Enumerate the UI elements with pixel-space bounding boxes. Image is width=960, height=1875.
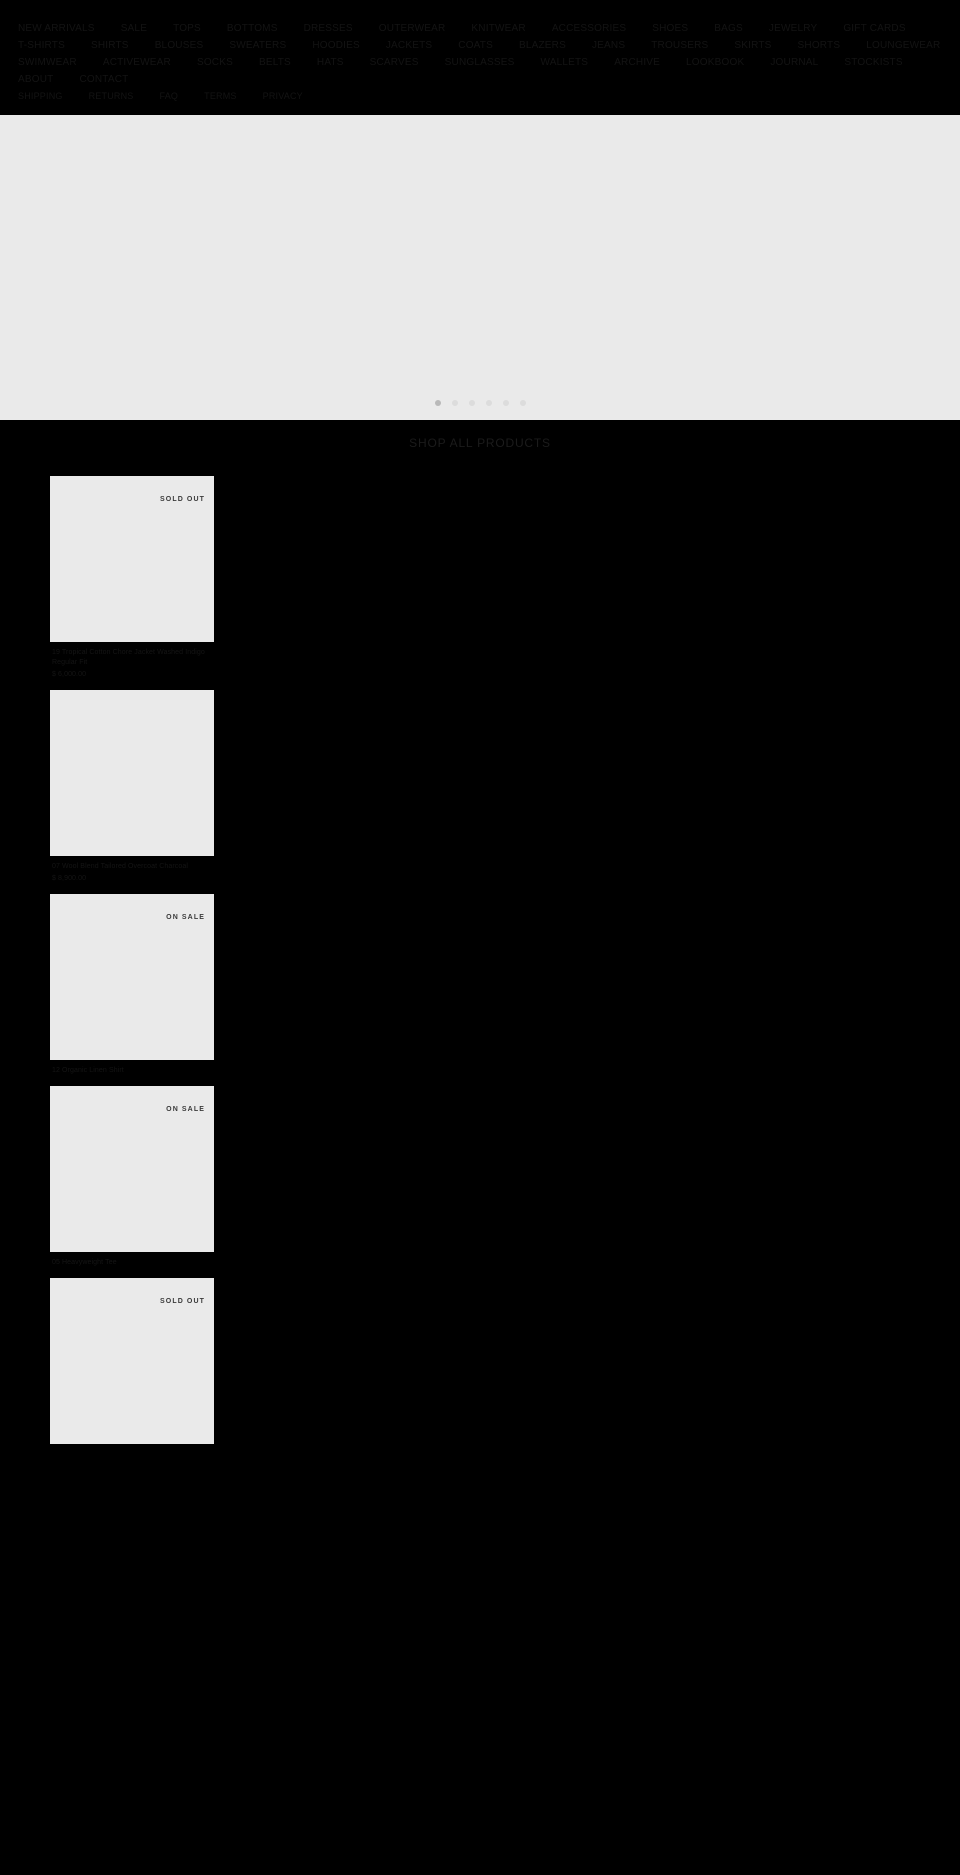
nav-link[interactable]: BLOUSES xyxy=(155,37,204,54)
nav-link[interactable]: SWIMWEAR xyxy=(18,54,77,71)
hero-slide-image xyxy=(0,115,960,420)
carousel-dot[interactable] xyxy=(502,400,509,406)
nav-link[interactable]: KNITWEAR xyxy=(471,20,525,37)
nav-link[interactable]: HATS xyxy=(317,54,344,71)
nav-row: NEW ARRIVALS SALE TOPS BOTTOMS DRESSES O… xyxy=(18,20,942,37)
carousel-pagination xyxy=(0,400,960,406)
status-badge: SOLD OUT xyxy=(160,496,205,503)
product-card[interactable]: SOLD OUT xyxy=(50,1278,214,1450)
nav-link[interactable]: STOCKISTS xyxy=(844,54,902,71)
page-title: SHOP ALL PRODUCTS xyxy=(409,436,551,450)
carousel-dot[interactable] xyxy=(451,400,458,406)
nav-link[interactable]: WALLETS xyxy=(540,54,588,71)
nav-link[interactable]: BELTS xyxy=(259,54,291,71)
product-image-link[interactable]: SOLD OUT xyxy=(50,476,214,642)
product-title[interactable]: 12 Organic Linen Shirt xyxy=(52,1066,214,1076)
product-image-link[interactable]: ON SALE xyxy=(50,1086,214,1252)
section-heading-container: SHOP ALL PRODUCTS xyxy=(0,420,960,464)
nav-link[interactable]: JEANS xyxy=(592,37,625,54)
carousel-dot[interactable] xyxy=(468,400,475,406)
product-info: 05 Heavyweight Tee xyxy=(50,1252,214,1268)
product-info: 19 Tropical Cotton Chore Jacket Washed I… xyxy=(50,642,214,680)
nav-link[interactable]: BOTTOMS xyxy=(227,20,278,37)
product-card[interactable]: 07 Wool Blend Tailored Overcoat Charcoal… xyxy=(50,690,214,884)
product-image-link[interactable]: ON SALE xyxy=(50,894,214,1060)
nav-row: SWIMWEAR ACTIVEWEAR SOCKS BELTS HATS SCA… xyxy=(18,54,942,88)
hero-carousel[interactable] xyxy=(0,115,960,420)
product-image-link[interactable]: SOLD OUT xyxy=(50,1278,214,1444)
nav-link[interactable]: LOUNGEWEAR xyxy=(866,37,940,54)
status-badge: ON SALE xyxy=(166,1106,205,1113)
nav-link[interactable]: JEWELRY xyxy=(769,20,817,37)
nav-link[interactable]: BAGS xyxy=(714,20,743,37)
product-price: $ 8,900.00 xyxy=(52,875,87,882)
nav-link[interactable]: SALE xyxy=(121,20,147,37)
nav-link[interactable]: CONTACT xyxy=(79,71,128,88)
nav-link[interactable]: FAQ xyxy=(160,88,179,105)
product-card[interactable]: ON SALE 05 Heavyweight Tee xyxy=(50,1086,214,1268)
carousel-dot[interactable] xyxy=(519,400,526,406)
nav-row: SHIPPING RETURNS FAQ TERMS PRIVACY xyxy=(18,88,942,105)
nav-link[interactable]: DRESSES xyxy=(304,20,353,37)
nav-link[interactable]: COATS xyxy=(458,37,493,54)
nav-link[interactable]: ABOUT xyxy=(18,71,53,88)
nav-link[interactable]: SHOES xyxy=(652,20,688,37)
product-info: 12 Organic Linen Shirt xyxy=(50,1060,214,1076)
product-info xyxy=(50,1444,214,1450)
product-info: 07 Wool Blend Tailored Overcoat Charcoal… xyxy=(50,856,214,884)
product-card[interactable]: ON SALE 12 Organic Linen Shirt xyxy=(50,894,214,1076)
nav-link[interactable]: ACTIVEWEAR xyxy=(103,54,171,71)
nav-link[interactable]: NEW ARRIVALS xyxy=(18,20,95,37)
nav-link[interactable]: HOODIES xyxy=(312,37,360,54)
product-title[interactable]: 07 Wool Blend Tailored Overcoat Charcoal xyxy=(52,862,214,872)
nav-link[interactable]: OUTERWEAR xyxy=(379,20,446,37)
nav-link[interactable]: TOPS xyxy=(173,20,201,37)
nav-link[interactable]: ACCESSORIES xyxy=(552,20,626,37)
nav-link[interactable]: TERMS xyxy=(204,88,237,105)
product-title[interactable]: 05 Heavyweight Tee xyxy=(52,1258,214,1268)
nav-link[interactable]: T-SHIRTS xyxy=(18,37,65,54)
nav-link[interactable]: SHIRTS xyxy=(91,37,129,54)
nav-link[interactable]: SKIRTS xyxy=(734,37,771,54)
nav-link[interactable]: SHIPPING xyxy=(18,88,63,105)
nav-link[interactable]: SHORTS xyxy=(798,37,841,54)
product-price: $ 6,000.00 xyxy=(52,671,87,678)
product-grid: SOLD OUT 19 Tropical Cotton Chore Jacket… xyxy=(0,464,960,1500)
nav-link[interactable]: PRIVACY xyxy=(263,88,303,105)
product-title[interactable]: 19 Tropical Cotton Chore Jacket Washed I… xyxy=(52,648,214,668)
status-badge: ON SALE xyxy=(166,914,205,921)
site-header: NEW ARRIVALS SALE TOPS BOTTOMS DRESSES O… xyxy=(0,0,960,115)
carousel-dot[interactable] xyxy=(434,400,441,406)
nav-link[interactable]: SOCKS xyxy=(197,54,233,71)
status-badge: SOLD OUT xyxy=(160,1298,205,1305)
product-image-link[interactable] xyxy=(50,690,214,856)
nav-row: T-SHIRTS SHIRTS BLOUSES SWEATERS HOODIES… xyxy=(18,37,942,54)
nav-link[interactable]: TROUSERS xyxy=(651,37,708,54)
nav-link[interactable]: GIFT CARDS xyxy=(843,20,905,37)
nav-link[interactable]: RETURNS xyxy=(89,88,134,105)
nav-link[interactable]: JOURNAL xyxy=(770,54,818,71)
nav-link[interactable]: SUNGLASSES xyxy=(445,54,515,71)
carousel-dot[interactable] xyxy=(485,400,492,406)
nav-link[interactable]: ARCHIVE xyxy=(614,54,660,71)
nav-link[interactable]: JACKETS xyxy=(386,37,432,54)
product-card[interactable]: SOLD OUT 19 Tropical Cotton Chore Jacket… xyxy=(50,476,214,680)
nav-link[interactable]: LOOKBOOK xyxy=(686,54,744,71)
nav-link[interactable]: BLAZERS xyxy=(519,37,566,54)
nav-link[interactable]: SWEATERS xyxy=(229,37,286,54)
nav-link[interactable]: SCARVES xyxy=(370,54,419,71)
primary-navigation: NEW ARRIVALS SALE TOPS BOTTOMS DRESSES O… xyxy=(18,20,942,105)
